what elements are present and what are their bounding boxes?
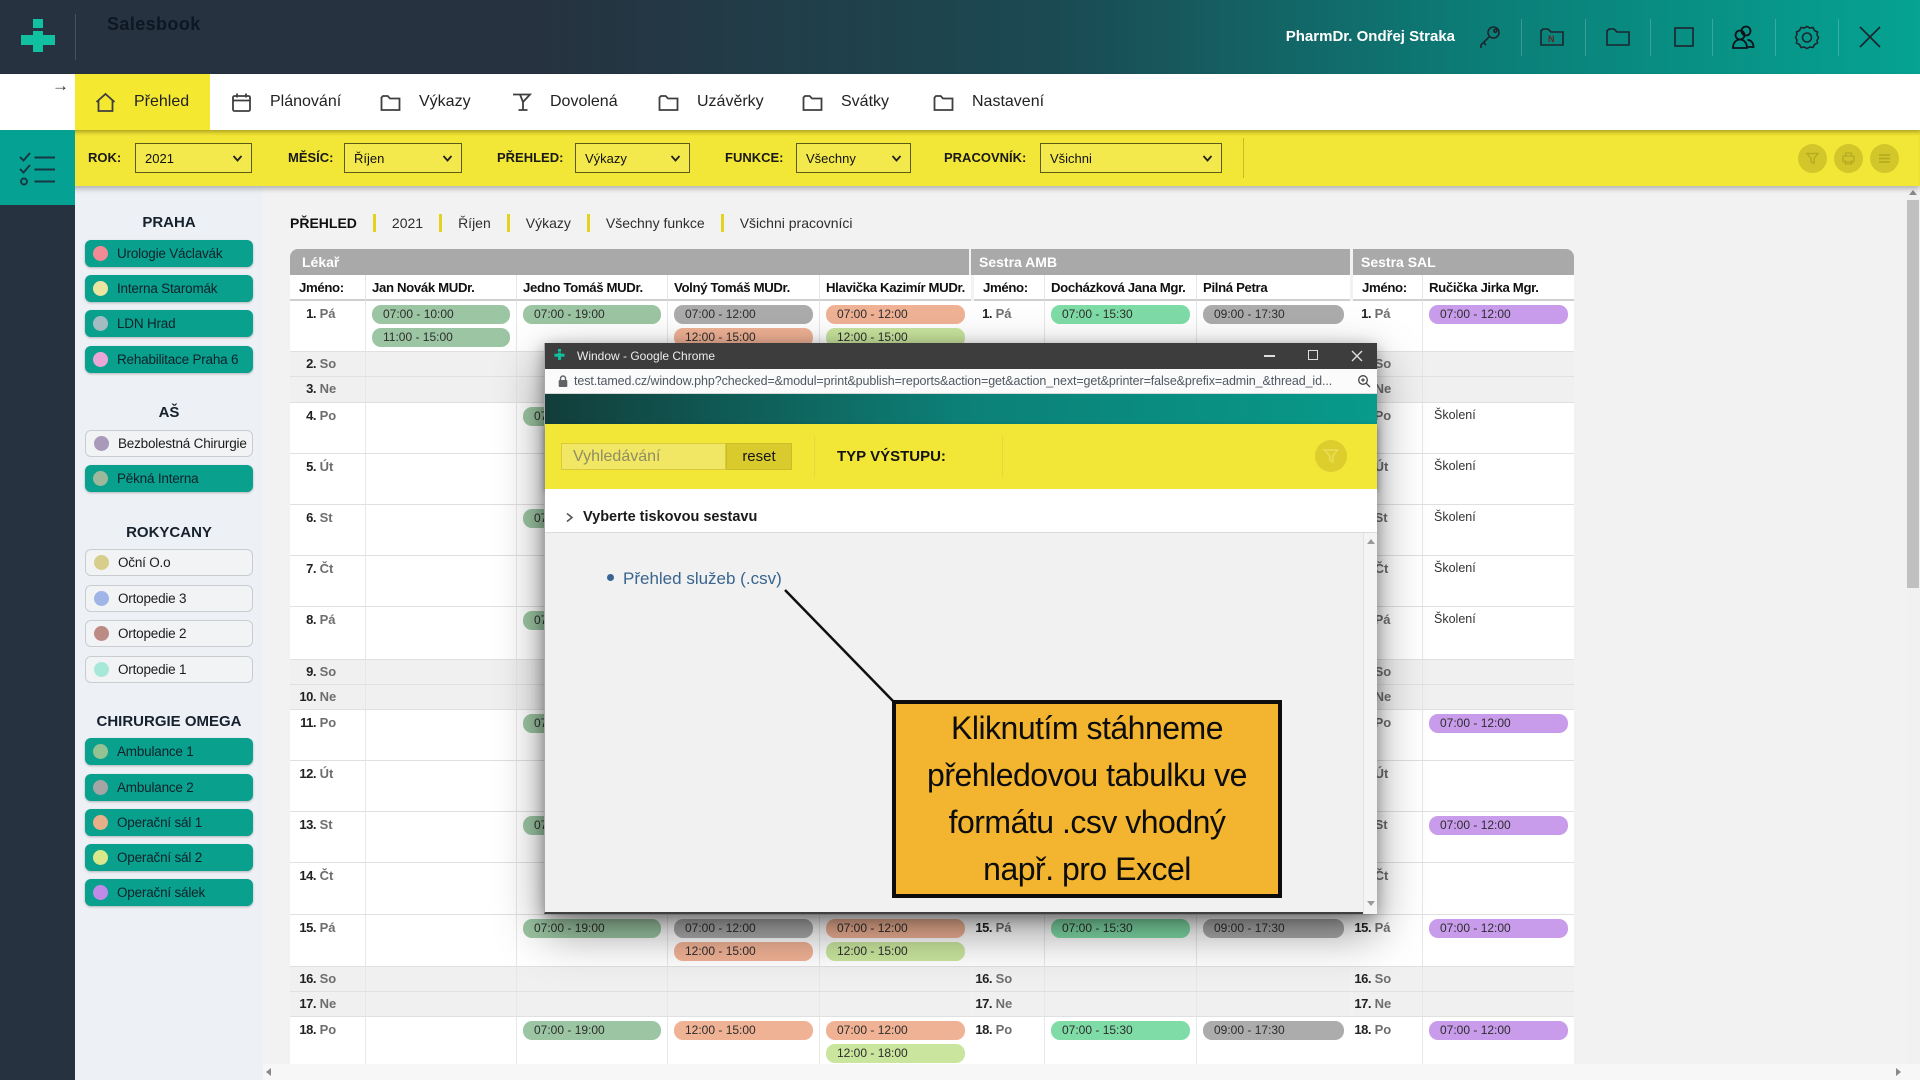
svg-text:N: N (1548, 34, 1555, 44)
